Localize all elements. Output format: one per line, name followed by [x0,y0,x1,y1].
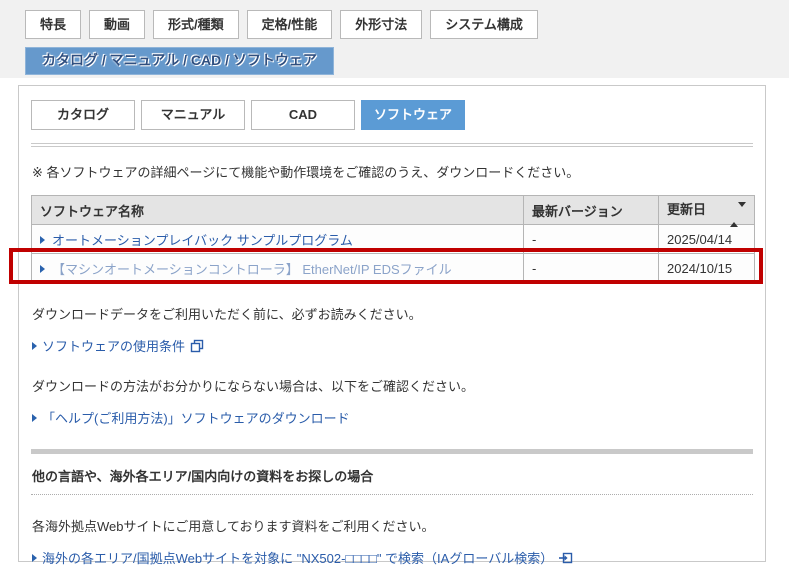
section-divider [31,449,753,454]
tab-models[interactable]: 形式/種類 [153,10,239,39]
primary-tab-row: 特長 動画 形式/種類 定格/性能 外形寸法 システム構成 [25,10,789,39]
help-download-link[interactable]: 「ヘルプ(ご利用方法)」ソフトウェアのダウンロード [42,408,350,427]
version-cell: - [524,225,659,254]
dotted-divider [31,494,753,495]
date-cell: 2024/10/15 [659,254,755,283]
col-header-software-name: ソフトウェア名称 [32,196,524,225]
download-subtab-row: カタログ マニュアル CAD ソフトウェア [31,100,753,130]
table-header-row: ソフトウェア名称 最新バージョン 更新日 [32,196,755,225]
sort-down-triangle-icon [738,202,746,222]
subtab-software[interactable]: ソフトウェア [361,100,465,130]
software-table-wrap: ソフトウェア名称 最新バージョン 更新日 [31,195,753,283]
ia-global-search-link[interactable]: 海外の各エリア/国拠点Webサイトを対象に "NX502-□□□□" で検索（I… [42,548,553,567]
tab-dimensions[interactable]: 外形寸法 [340,10,422,39]
software-link-automation-playback[interactable]: オートメーションプレイバック サンプルプログラム [52,233,353,248]
how-to-download-notice: ダウンロードの方法がお分かりにならない場合は、以下をご確認ください。 [32,376,753,395]
tab-ratings[interactable]: 定格/性能 [247,10,333,39]
global-search-link-row: 海外の各エリア/国拠点Webサイトを対象に "NX502-□□□□" で検索（I… [32,548,753,567]
tab-system-config[interactable]: システム構成 [430,10,538,39]
table-row: 【マシンオートメーションコントローラ】 EtherNet/IP EDSファイル … [32,254,755,283]
software-name-cell: オートメーションプレイバック サンプルプログラム [32,225,524,254]
subtab-catalog[interactable]: カタログ [31,100,135,130]
overseas-section-heading: 他の言語や、海外各エリア/国内向けの資料をお探しの場合 [32,466,753,485]
col-header-latest-version: 最新バージョン [524,196,659,225]
tab-features[interactable]: 特長 [25,10,81,39]
popup-window-icon [190,339,204,353]
software-table: ソフトウェア名称 最新バージョン 更新日 [31,195,755,283]
version-cell: - [524,254,659,283]
link-arrow-icon [32,342,37,350]
tab-videos[interactable]: 動画 [89,10,145,39]
double-divider [31,143,753,147]
overseas-text: 各海外拠点Webサイトにご用意しております資料をご利用ください。 [32,516,753,535]
sort-up-triangle-icon [730,207,738,227]
help-link-row: 「ヘルプ(ご利用方法)」ソフトウェアのダウンロード [32,408,753,427]
product-download-page: 特長 動画 形式/種類 定格/性能 外形寸法 システム構成 カタログ / マニュ… [0,0,789,562]
downloads-panel: カタログ マニュアル CAD ソフトウェア ※ 各ソフトウェアの詳細ページにて機… [18,85,766,562]
download-note: ※ 各ソフトウェアの詳細ページにて機能や動作環境をご確認のうえ、ダウンロードくだ… [32,162,753,181]
external-login-arrow-icon [558,551,573,565]
col-header-update-date-label: 更新日 [667,202,706,217]
table-row: オートメーションプレイバック サンプルプログラム - 2025/04/14 [32,225,755,254]
software-link-eds-file[interactable]: 【マシンオートメーションコントローラ】 EtherNet/IP EDSファイル [52,262,452,277]
subtab-manual[interactable]: マニュアル [141,100,245,130]
secondary-tab-row: カタログ / マニュアル / CAD / ソフトウェア [25,47,789,75]
terms-link-row: ソフトウェアの使用条件 [32,336,753,355]
before-download-notice: ダウンロードデータをご利用いただく前に、必ずお読みください。 [32,304,753,323]
subtab-cad[interactable]: CAD [251,100,355,130]
product-tab-bar: 特長 動画 形式/種類 定格/性能 外形寸法 システム構成 カタログ / マニュ… [0,0,789,78]
software-name-cell: 【マシンオートメーションコントローラ】 EtherNet/IP EDSファイル [32,254,524,283]
link-arrow-icon [32,554,37,562]
software-terms-link[interactable]: ソフトウェアの使用条件 [42,336,185,355]
col-header-update-date[interactable]: 更新日 [659,196,755,225]
tab-catalog-manual-cad-software[interactable]: カタログ / マニュアル / CAD / ソフトウェア [25,47,334,75]
link-arrow-icon [32,414,37,422]
link-arrow-icon [40,236,45,244]
date-cell: 2025/04/14 [659,225,755,254]
link-arrow-icon [40,265,45,273]
sort-icon[interactable] [730,207,746,222]
